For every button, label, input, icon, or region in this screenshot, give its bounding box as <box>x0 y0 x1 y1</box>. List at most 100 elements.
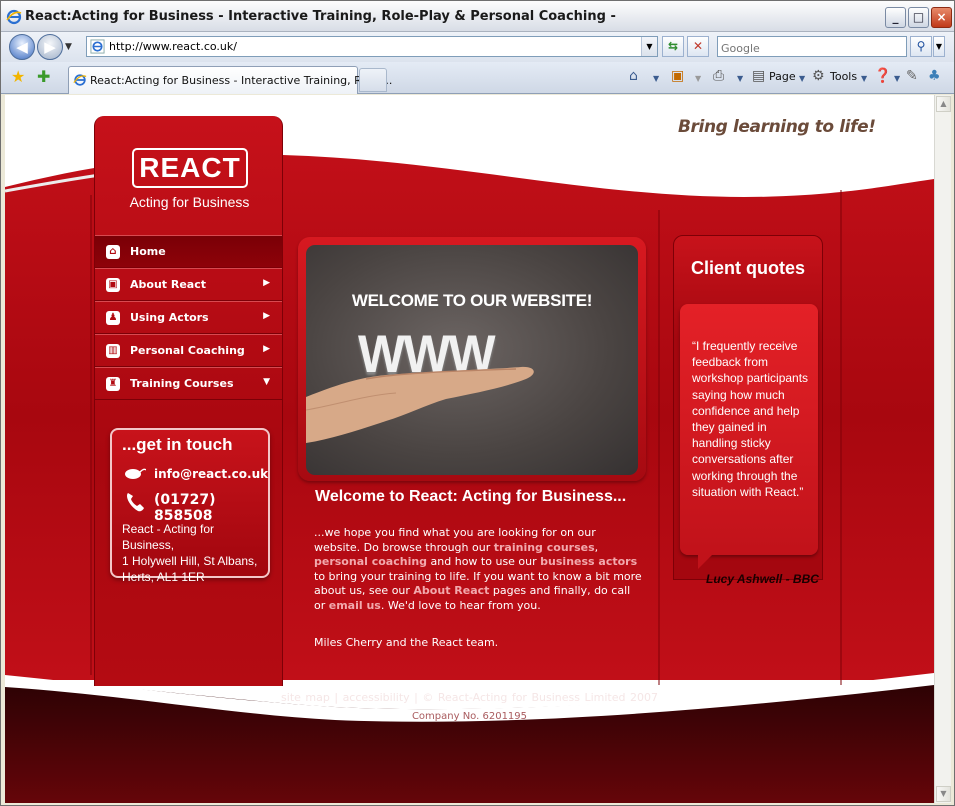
menu-label: Using Actors <box>130 311 209 324</box>
navigation-bar: ◀ ▶ ▼ http://www.react.co.uk/ ▼ ⇆ ✕ ⚲ ▼ <box>1 32 954 62</box>
personal-coaching-link[interactable]: personal coaching <box>314 555 427 568</box>
window-title: React:Acting for Business - Interactive … <box>25 9 616 24</box>
submenu-arrow-icon: ▶ <box>263 344 270 354</box>
about-react-link[interactable]: About React <box>413 584 489 597</box>
title-bar: React:Acting for Business - Interactive … <box>1 1 954 32</box>
search-input[interactable] <box>718 39 898 58</box>
email-us-link[interactable]: email us <box>329 599 381 612</box>
contact-address: React - Acting for Business, 1 Holywell … <box>122 521 268 585</box>
footer-links: site map | accessibility | © React-Actin… <box>5 691 934 704</box>
page-menu[interactable]: Page <box>769 70 796 83</box>
back-button[interactable]: ◀ <box>9 34 35 60</box>
scroll-down-icon[interactable]: ▼ <box>936 786 951 802</box>
address-dropdown-icon[interactable]: ▼ <box>641 37 657 56</box>
maximize-button[interactable]: □ <box>908 7 929 28</box>
contact-phone: (01727) 858508 <box>154 492 216 524</box>
ie-logo-icon <box>6 9 22 25</box>
address-bar[interactable]: http://www.react.co.uk/ ▼ <box>86 36 658 57</box>
print-dropdown-icon[interactable]: ▼ <box>737 74 743 83</box>
help-icon[interactable]: ❓ <box>874 68 891 84</box>
main-content: WELCOME TO OUR WEBSITE! WWW Welcome to R… <box>295 235 646 675</box>
signoff: Miles Cherry and the React team. <box>314 636 499 649</box>
contact-title: ...get in touch <box>122 435 233 454</box>
actors-icon: ♟ <box>106 311 120 325</box>
page-dropdown-icon[interactable]: ▼ <box>799 74 805 83</box>
favorites-star-icon[interactable]: ★ <box>11 67 25 86</box>
forward-arrow-icon: ▶ <box>44 38 56 56</box>
home-icon[interactable]: ⌂ <box>629 68 638 84</box>
courses-icon: ♜ <box>106 377 120 391</box>
welcome-paragraph: ...we hope you find what you are looking… <box>314 526 644 614</box>
quote-text: “I frequently receive feedback from work… <box>692 339 809 499</box>
tagline: Bring learning to life! <box>678 117 876 137</box>
search-box[interactable] <box>717 36 907 58</box>
coaching-icon: ▥ <box>106 344 120 358</box>
back-arrow-icon: ◀ <box>16 38 28 56</box>
stop-button[interactable]: ✕ <box>687 36 709 57</box>
tab-bar: ★ ✚ React:Acting for Business - Interact… <box>1 62 954 94</box>
tab-ie-icon <box>73 74 87 86</box>
logo-subtitle: Acting for Business <box>129 194 250 210</box>
footer-separator: | <box>414 691 418 704</box>
refresh-button[interactable]: ⇆ <box>662 36 684 57</box>
hero-image: WELCOME TO OUR WEBSITE! WWW <box>306 245 638 475</box>
close-button[interactable]: × <box>931 7 952 28</box>
menu-item-about-react[interactable]: ▣ About React ▶ <box>95 268 282 301</box>
home-dropdown-icon[interactable]: ▼ <box>653 74 659 83</box>
business-actors-link[interactable]: business actors <box>540 555 637 568</box>
browser-window: React:Acting for Business - Interactive … <box>0 0 955 806</box>
research-icon[interactable]: ✎ <box>906 68 918 84</box>
new-tab-button[interactable] <box>359 68 387 92</box>
phone-icon <box>127 493 144 512</box>
menu-item-training-courses[interactable]: ♜ Training Courses ▼ <box>95 367 282 400</box>
menu-item-personal-coaching[interactable]: ▥ Personal Coaching ▶ <box>95 334 282 367</box>
minimize-button[interactable]: _ <box>885 7 906 28</box>
copyright-text: © React-Acting for Business Limited 2007 <box>422 691 658 704</box>
feeds-dropdown-icon[interactable]: ▼ <box>695 74 701 83</box>
about-icon: ▣ <box>106 278 120 292</box>
menu-item-home[interactable]: ⌂ Home <box>95 235 282 268</box>
print-icon[interactable]: ⎙ <box>713 68 724 84</box>
contact-panel: ...get in touch info@react.co.uk (01727)… <box>110 428 270 584</box>
address-line: React - Acting for Business, <box>122 522 215 552</box>
messenger-icon[interactable]: ♣ <box>928 68 941 84</box>
tools-dropdown-icon[interactable]: ▼ <box>861 74 867 83</box>
submenu-arrow-icon: ▼ <box>263 377 270 387</box>
company-number: Company No. 6201195 <box>411 711 528 722</box>
footer-separator: | <box>334 691 339 704</box>
hero-frame: WELCOME TO OUR WEBSITE! WWW <box>298 237 646 481</box>
training-courses-link[interactable]: training courses <box>494 541 595 554</box>
forward-button[interactable]: ▶ <box>37 34 63 60</box>
scroll-up-icon[interactable]: ▲ <box>936 96 951 112</box>
address-line: 1 Holywell Hill, St Albans, <box>122 554 258 568</box>
sitemap-link[interactable]: site map <box>281 691 330 704</box>
add-favorites-icon[interactable]: ✚ <box>37 67 50 86</box>
quote-pointer <box>698 555 712 569</box>
accessibility-link[interactable]: accessibility <box>343 691 410 704</box>
welcome-title: Welcome to React: Acting for Business... <box>315 488 627 505</box>
history-dropdown-icon[interactable]: ▼ <box>65 42 72 52</box>
react-logo[interactable]: REACT <box>132 148 248 188</box>
client-quotes-panel: Client quotes “I frequently receive feed… <box>673 235 823 580</box>
address-line: Herts, AL1 1ER <box>122 570 205 584</box>
vertical-scrollbar[interactable]: ▲ ▼ <box>934 95 951 803</box>
tools-menu[interactable]: Tools <box>830 70 857 83</box>
url-text: http://www.react.co.uk/ <box>109 40 237 53</box>
mouse-email-icon <box>125 468 146 479</box>
menu-item-using-actors[interactable]: ♟ Using Actors ▶ <box>95 301 282 334</box>
search-icon: ⚲ <box>916 39 926 53</box>
gear-icon: ⚙ <box>812 68 825 84</box>
help-dropdown-icon[interactable]: ▼ <box>894 74 900 83</box>
menu-label: About React <box>130 278 206 291</box>
contact-email-link[interactable]: info@react.co.uk <box>154 467 268 481</box>
submenu-arrow-icon: ▶ <box>263 278 270 288</box>
page-icon: ▤ <box>752 68 766 84</box>
feeds-icon[interactable]: ▣ <box>671 68 684 84</box>
hand-illustration <box>306 366 534 443</box>
search-button[interactable]: ⚲ <box>910 36 932 57</box>
menu-label: Home <box>130 245 166 258</box>
logo-text: REACT <box>139 152 241 183</box>
page-viewport: Bring learning to life! REACT Acting for… <box>5 95 934 803</box>
tab-react[interactable]: React:Acting for Business - Interactive … <box>68 66 392 94</box>
search-options-dropdown[interactable]: ▼ <box>933 36 945 57</box>
